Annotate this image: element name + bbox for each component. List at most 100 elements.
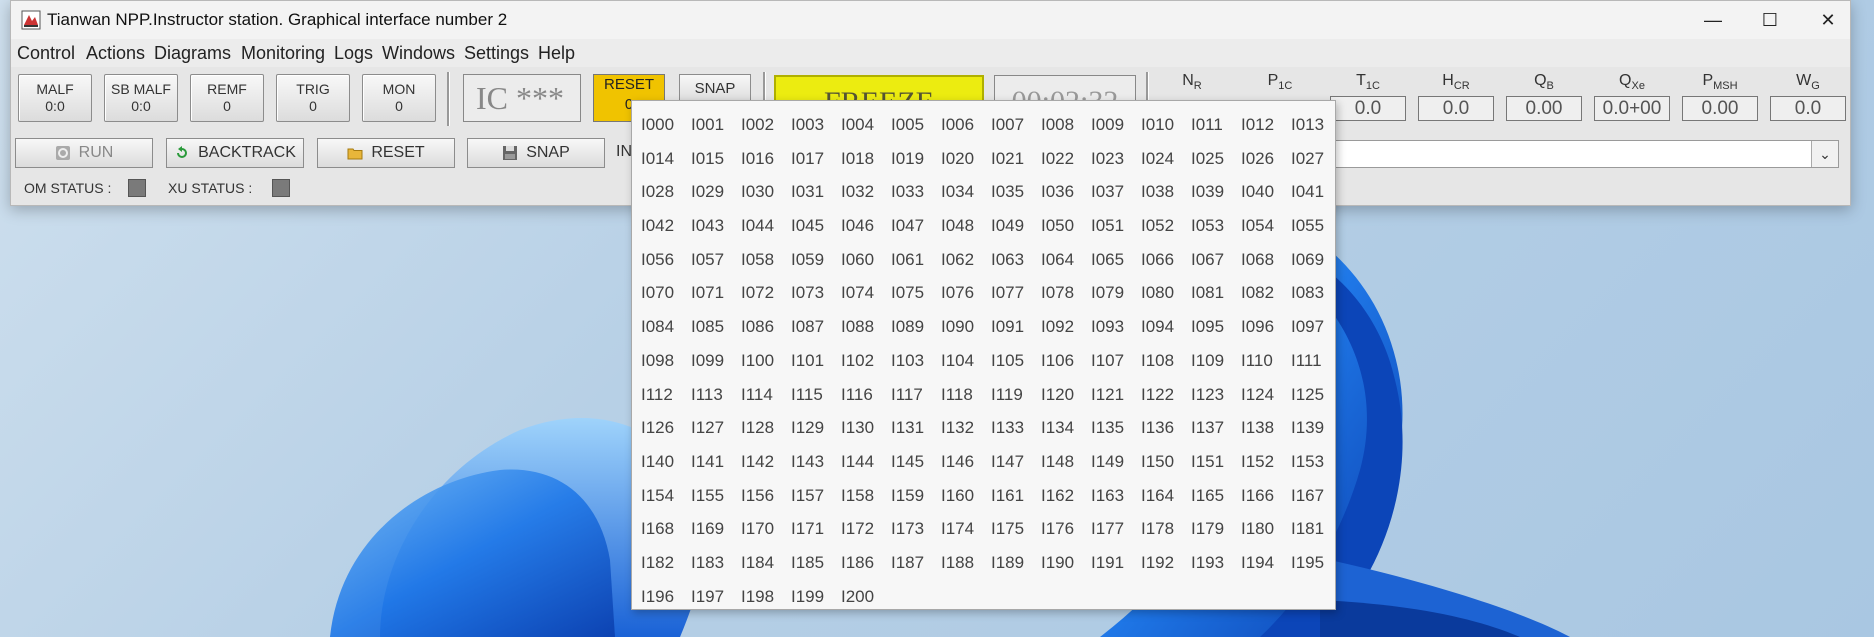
ic-list-item[interactable]: I132 xyxy=(936,411,986,445)
ic-list-item[interactable]: I013 xyxy=(1286,108,1336,142)
ic-list-item[interactable]: I140 xyxy=(636,445,686,479)
ic-list-item[interactable]: I057 xyxy=(686,243,736,277)
menu-windows[interactable]: Windows xyxy=(382,43,455,64)
ic-list-item[interactable]: I024 xyxy=(1136,142,1186,176)
ic-list-item[interactable]: I050 xyxy=(1036,209,1086,243)
ic-list-item[interactable]: I040 xyxy=(1236,175,1286,209)
ic-list-item[interactable]: I126 xyxy=(636,411,686,445)
ic-list-item[interactable]: I036 xyxy=(1036,175,1086,209)
ic-list-item[interactable]: I136 xyxy=(1136,411,1186,445)
ic-list-item[interactable]: I176 xyxy=(1036,512,1086,546)
ic-list-item[interactable]: I106 xyxy=(1036,344,1086,378)
ic-list-item[interactable]: I192 xyxy=(1136,546,1186,580)
ic-list-item[interactable]: I079 xyxy=(1086,276,1136,310)
ic-list-item[interactable]: I018 xyxy=(836,142,886,176)
ic-list-item[interactable]: I045 xyxy=(786,209,836,243)
ic-list-item[interactable]: I061 xyxy=(886,243,936,277)
ic-list-item[interactable]: I085 xyxy=(686,310,736,344)
ic-list-item[interactable]: I022 xyxy=(1036,142,1086,176)
ic-list-item[interactable]: I020 xyxy=(936,142,986,176)
ic-list-item[interactable]: I174 xyxy=(936,512,986,546)
ic-list-item[interactable]: I188 xyxy=(936,546,986,580)
ic-combobox[interactable]: ⌄ xyxy=(1322,140,1839,168)
ic-list-item[interactable]: I087 xyxy=(786,310,836,344)
ic-list-item[interactable]: I108 xyxy=(1136,344,1186,378)
ic-list-item[interactable]: I032 xyxy=(836,175,886,209)
ic-list-item[interactable]: I059 xyxy=(786,243,836,277)
ic-list-item[interactable]: I011 xyxy=(1186,108,1236,142)
maximize-button[interactable]: ☐ xyxy=(1741,1,1799,39)
ic-list-item[interactable]: I167 xyxy=(1286,479,1336,513)
ic-list-item[interactable]: I069 xyxy=(1286,243,1336,277)
ic-list-item[interactable]: I092 xyxy=(1036,310,1086,344)
ic-list-item[interactable]: I068 xyxy=(1236,243,1286,277)
ic-list-item[interactable]: I074 xyxy=(836,276,886,310)
ic-list-item[interactable]: I010 xyxy=(1136,108,1186,142)
ic-list-item[interactable]: I111 xyxy=(1286,344,1336,378)
ic-list-item[interactable]: I156 xyxy=(736,479,786,513)
ic-list-item[interactable]: I148 xyxy=(1036,445,1086,479)
ic-list-item[interactable]: I071 xyxy=(686,276,736,310)
ic-list-item[interactable]: I028 xyxy=(636,175,686,209)
ic-list-item[interactable]: I001 xyxy=(686,108,736,142)
ic-list-item[interactable]: I107 xyxy=(1086,344,1136,378)
ic-list-item[interactable]: I046 xyxy=(836,209,886,243)
ic-list-item[interactable]: I184 xyxy=(736,546,786,580)
ic-list-item[interactable]: I073 xyxy=(786,276,836,310)
ic-list-item[interactable]: I055 xyxy=(1286,209,1336,243)
ic-list-item[interactable]: I187 xyxy=(886,546,936,580)
ic-list-item[interactable]: I138 xyxy=(1236,411,1286,445)
ic-list-item[interactable]: I038 xyxy=(1136,175,1186,209)
ic-list-item[interactable]: I155 xyxy=(686,479,736,513)
ic-list-item[interactable]: I118 xyxy=(936,378,986,412)
ic-list-item[interactable]: I144 xyxy=(836,445,886,479)
ic-list-item[interactable]: I195 xyxy=(1286,546,1336,580)
ic-list-item[interactable]: I199 xyxy=(786,580,836,614)
ic-list-item[interactable]: I145 xyxy=(886,445,936,479)
ic-list-item[interactable]: I178 xyxy=(1136,512,1186,546)
ic-list-item[interactable]: I104 xyxy=(936,344,986,378)
ic-list-item[interactable]: I033 xyxy=(886,175,936,209)
ic-list-item[interactable]: I042 xyxy=(636,209,686,243)
ic-list-item[interactable]: I014 xyxy=(636,142,686,176)
ic-list-item[interactable]: I122 xyxy=(1136,378,1186,412)
ic-list-item[interactable]: I007 xyxy=(986,108,1036,142)
ic-list-item[interactable]: I179 xyxy=(1186,512,1236,546)
ic-list-item[interactable]: I128 xyxy=(736,411,786,445)
ic-list-item[interactable]: I159 xyxy=(886,479,936,513)
sb-malf-counter-button[interactable]: SB MALF 0:0 xyxy=(104,74,178,122)
ic-list-item[interactable]: I053 xyxy=(1186,209,1236,243)
trig-counter-button[interactable]: TRIG 0 xyxy=(276,74,350,122)
ic-list-item[interactable]: I113 xyxy=(686,378,736,412)
ic-list-item[interactable]: I180 xyxy=(1236,512,1286,546)
ic-list-item[interactable]: I182 xyxy=(636,546,686,580)
ic-list-item[interactable]: I076 xyxy=(936,276,986,310)
ic-list-item[interactable]: I171 xyxy=(786,512,836,546)
ic-list-item[interactable]: I151 xyxy=(1186,445,1236,479)
ic-list-item[interactable]: I016 xyxy=(736,142,786,176)
ic-list-item[interactable]: I139 xyxy=(1286,411,1336,445)
ic-list-item[interactable]: I131 xyxy=(886,411,936,445)
ic-list-item[interactable]: I125 xyxy=(1286,378,1336,412)
ic-list-item[interactable]: I084 xyxy=(636,310,686,344)
ic-list-item[interactable]: I112 xyxy=(636,378,686,412)
ic-list-item[interactable]: I035 xyxy=(986,175,1036,209)
close-button[interactable]: ✕ xyxy=(1799,1,1857,39)
chevron-down-icon[interactable]: ⌄ xyxy=(1811,141,1838,167)
ic-list-item[interactable]: I114 xyxy=(736,378,786,412)
ic-list-item[interactable]: I160 xyxy=(936,479,986,513)
ic-list-item[interactable]: I062 xyxy=(936,243,986,277)
ic-list-item[interactable]: I134 xyxy=(1036,411,1086,445)
ic-list-item[interactable]: I120 xyxy=(1036,378,1086,412)
ic-list-item[interactable]: I129 xyxy=(786,411,836,445)
ic-list-item[interactable]: I147 xyxy=(986,445,1036,479)
ic-list-item[interactable]: I152 xyxy=(1236,445,1286,479)
ic-list-item[interactable]: I146 xyxy=(936,445,986,479)
ic-list-item[interactable]: I161 xyxy=(986,479,1036,513)
ic-list-item[interactable]: I109 xyxy=(1186,344,1236,378)
ic-list-item[interactable]: I170 xyxy=(736,512,786,546)
ic-list-item[interactable]: I166 xyxy=(1236,479,1286,513)
ic-list-item[interactable]: I026 xyxy=(1236,142,1286,176)
ic-list-item[interactable]: I029 xyxy=(686,175,736,209)
ic-list-item[interactable]: I044 xyxy=(736,209,786,243)
